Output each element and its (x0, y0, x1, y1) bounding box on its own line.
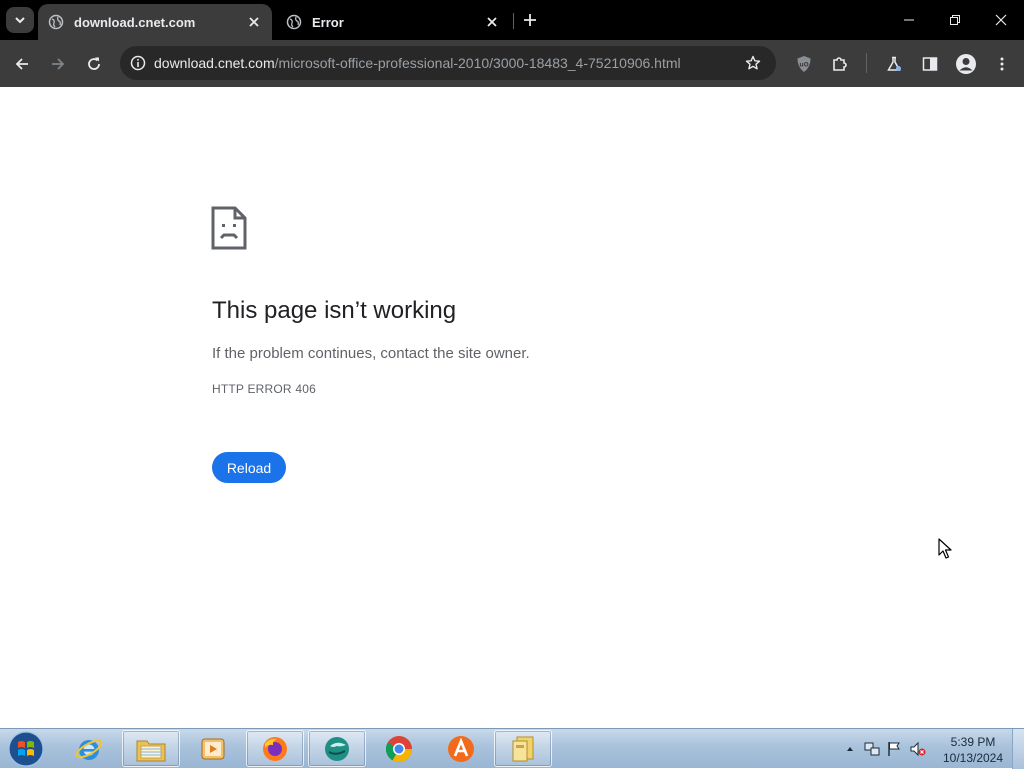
windows-logo-icon (8, 731, 44, 767)
tab-title: Error (312, 14, 344, 30)
profile-avatar-icon[interactable] (952, 50, 980, 78)
media-player-icon (201, 738, 225, 759)
url-path: /microsoft-office-professional-2010/3000… (274, 55, 681, 71)
start-button[interactable] (4, 730, 48, 768)
tab-error[interactable]: Error (278, 4, 510, 40)
windows-taskbar: 5:39 PM 10/13/2024 (0, 728, 1024, 769)
close-icon (995, 14, 1007, 26)
taskbar-teal-app[interactable] (308, 730, 366, 767)
taskbar-firefox[interactable] (246, 730, 304, 767)
address-bar[interactable]: download.cnet.com/microsoft-office-profe… (120, 46, 776, 80)
close-window-button[interactable] (978, 0, 1024, 40)
taskbar-avast[interactable] (432, 730, 490, 767)
chrome-icon (385, 735, 413, 762)
globe-icon (48, 14, 64, 30)
tab-title: download.cnet.com (74, 14, 196, 30)
taskbar-file-explorer[interactable] (122, 730, 180, 767)
svg-text:uO: uO (799, 62, 808, 69)
minimize-icon (904, 19, 914, 21)
action-center-flag-icon[interactable] (886, 741, 902, 757)
taskbar-clock[interactable]: 5:39 PM 10/13/2024 (935, 734, 1011, 766)
taskbar-media-player[interactable] (184, 730, 242, 767)
page-content: This page isn’t working If the problem c… (0, 87, 1024, 728)
extensions-puzzle-icon[interactable] (826, 50, 854, 78)
minimize-button[interactable] (886, 0, 932, 40)
refresh-icon (88, 57, 100, 70)
globe-icon (286, 14, 302, 30)
error-title: This page isn’t working (212, 297, 457, 324)
show-hidden-icons-arrow-icon[interactable] (842, 741, 858, 757)
reload-toolbar-button[interactable] (80, 50, 108, 78)
taskbar-internet-explorer[interactable] (60, 730, 118, 767)
tab-strip: download.cnet.com Error (0, 0, 1024, 40)
restore-button[interactable] (932, 0, 978, 40)
side-panel-icon[interactable] (916, 50, 944, 78)
tab-separator (513, 13, 514, 29)
forward-arrow-icon (52, 58, 65, 70)
tab-search-button[interactable] (6, 7, 34, 33)
show-desktop-button[interactable] (1012, 729, 1024, 769)
ublock-extension-icon[interactable]: uO (790, 50, 818, 78)
error-description: If the problem continues, contact the si… (212, 345, 530, 362)
url-text: download.cnet.com/microsoft-office-profe… (154, 55, 736, 71)
internet-explorer-icon (75, 739, 103, 760)
bookmark-star-icon[interactable] (736, 46, 770, 80)
sad-page-icon (211, 206, 247, 250)
new-tab-button[interactable] (518, 8, 542, 32)
labs-flask-icon[interactable] (880, 50, 908, 78)
firefox-icon (263, 736, 287, 761)
clock-time: 5:39 PM (950, 735, 996, 749)
url-host: download.cnet.com (154, 55, 275, 71)
back-arrow-icon (15, 58, 28, 70)
error-code: HTTP ERROR 406 (212, 382, 316, 396)
mouse-cursor-icon (938, 538, 952, 559)
menu-kebab-icon[interactable] (988, 50, 1016, 78)
teal-app-icon (325, 736, 349, 761)
taskbar-chrome[interactable] (370, 730, 428, 767)
close-tab-icon[interactable] (480, 10, 504, 34)
plus-icon (524, 14, 536, 26)
reload-button[interactable]: Reload (212, 452, 286, 483)
toolbar-divider (866, 53, 867, 73)
taskbar-folder-app[interactable] (494, 730, 552, 767)
avast-icon (448, 735, 474, 762)
site-info-icon[interactable] (122, 46, 154, 80)
network-icon[interactable] (864, 741, 880, 757)
chevron-down-icon (15, 17, 25, 24)
forward-button[interactable] (44, 50, 72, 78)
browser-toolbar: download.cnet.com/microsoft-office-profe… (0, 40, 1024, 87)
folder-icon (136, 740, 166, 761)
folder-app-icon (512, 736, 534, 761)
tab-download-cnet[interactable]: download.cnet.com (38, 4, 272, 40)
restore-icon (950, 15, 960, 25)
clock-date: 10/13/2024 (942, 751, 1004, 765)
back-button[interactable] (8, 50, 36, 78)
volume-muted-icon[interactable] (910, 741, 926, 757)
close-tab-icon[interactable] (242, 10, 266, 34)
